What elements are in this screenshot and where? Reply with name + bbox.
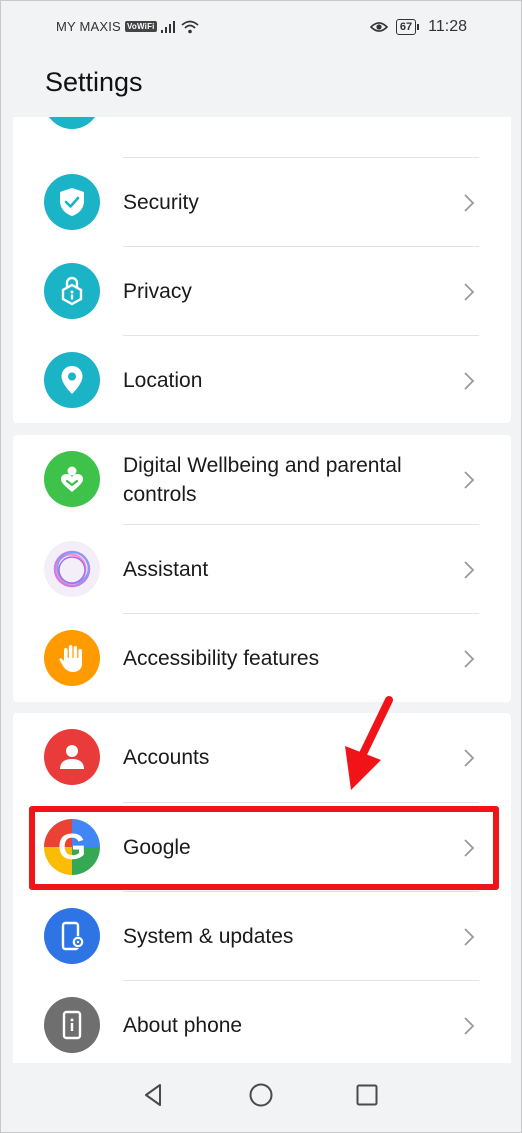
battery-indicator: 67 xyxy=(395,19,420,35)
wifi-icon xyxy=(181,20,199,33)
annotation-highlight-box xyxy=(29,806,499,890)
chevron-right-icon xyxy=(464,372,475,390)
settings-item-label: Privacy xyxy=(123,280,192,303)
settings-item-privacy[interactable]: Privacy xyxy=(13,247,511,336)
settings-item-label: Assistant xyxy=(123,558,209,581)
settings-item-assistant[interactable]: Assistant xyxy=(13,525,511,614)
signal-icon xyxy=(160,20,175,33)
chevron-right-icon xyxy=(464,561,475,579)
back-icon[interactable] xyxy=(140,1081,168,1109)
settings-item-accessibility[interactable]: Accessibility features xyxy=(13,614,511,703)
status-left: MY MAXIS VoWiFi xyxy=(56,19,199,34)
settings-item-system-updates[interactable]: System & updates xyxy=(13,892,511,981)
settings-item-about-phone[interactable]: About phone xyxy=(13,981,511,1070)
phone-info-icon xyxy=(44,997,100,1053)
title-bar: Settings xyxy=(1,57,521,117)
partial-item-label xyxy=(123,117,323,123)
recents-icon[interactable] xyxy=(353,1081,381,1109)
lock-info-icon xyxy=(44,263,100,319)
vowifi-badge: VoWiFi xyxy=(124,21,157,32)
settings-item-security[interactable]: Security xyxy=(13,158,511,247)
eye-comfort-icon xyxy=(369,22,388,32)
location-pin-icon xyxy=(44,352,100,408)
phone-gear-icon xyxy=(44,908,100,964)
status-bar: MY MAXIS VoWiFi 67 11:28 xyxy=(1,1,521,57)
settings-group-1: Security Privacy Location xyxy=(13,117,511,423)
settings-item-accounts[interactable]: Accounts xyxy=(13,713,511,802)
settings-item-digital-wellbeing[interactable]: Digital Wellbeing and parental controls xyxy=(13,435,511,524)
clock: 11:28 xyxy=(428,18,467,35)
chevron-right-icon xyxy=(464,283,475,301)
settings-item-label: Digital Wellbeing and parental controls xyxy=(123,454,402,506)
settings-group-3: Accounts G Google System & updates About… xyxy=(13,713,511,1069)
home-icon[interactable] xyxy=(247,1081,275,1109)
settings-item-label: Location xyxy=(123,369,203,392)
chevron-right-icon xyxy=(464,749,475,767)
chevron-right-icon xyxy=(464,1017,475,1035)
annotation-arrow-icon xyxy=(345,696,393,790)
wellbeing-heart-icon xyxy=(44,451,100,507)
partial-item-icon xyxy=(44,117,100,129)
navigation-bar xyxy=(1,1063,521,1132)
chevron-right-icon xyxy=(464,928,475,946)
settings-item-label: Accounts xyxy=(123,746,210,769)
chevron-right-icon xyxy=(464,194,475,212)
settings-screen: MY MAXIS VoWiFi 67 11:28 Settings Securi… xyxy=(1,1,521,1132)
shield-check-icon xyxy=(44,174,100,230)
settings-item-label: About phone xyxy=(123,1014,243,1037)
carrier-name: MY MAXIS xyxy=(56,19,121,34)
settings-group-2: Digital Wellbeing and parental controls … xyxy=(13,435,511,702)
person-icon xyxy=(44,729,100,785)
status-right: 67 11:28 xyxy=(369,18,467,36)
settings-item-location[interactable]: Location xyxy=(13,336,511,423)
assistant-orb-icon xyxy=(44,541,100,597)
settings-item-label: Accessibility features xyxy=(123,647,320,670)
chevron-right-icon xyxy=(464,471,475,489)
page-title: Settings xyxy=(45,67,143,97)
hand-icon xyxy=(44,630,100,686)
chevron-right-icon xyxy=(464,650,475,668)
settings-item-label: Security xyxy=(123,191,199,214)
settings-item-label: System & updates xyxy=(123,925,294,948)
